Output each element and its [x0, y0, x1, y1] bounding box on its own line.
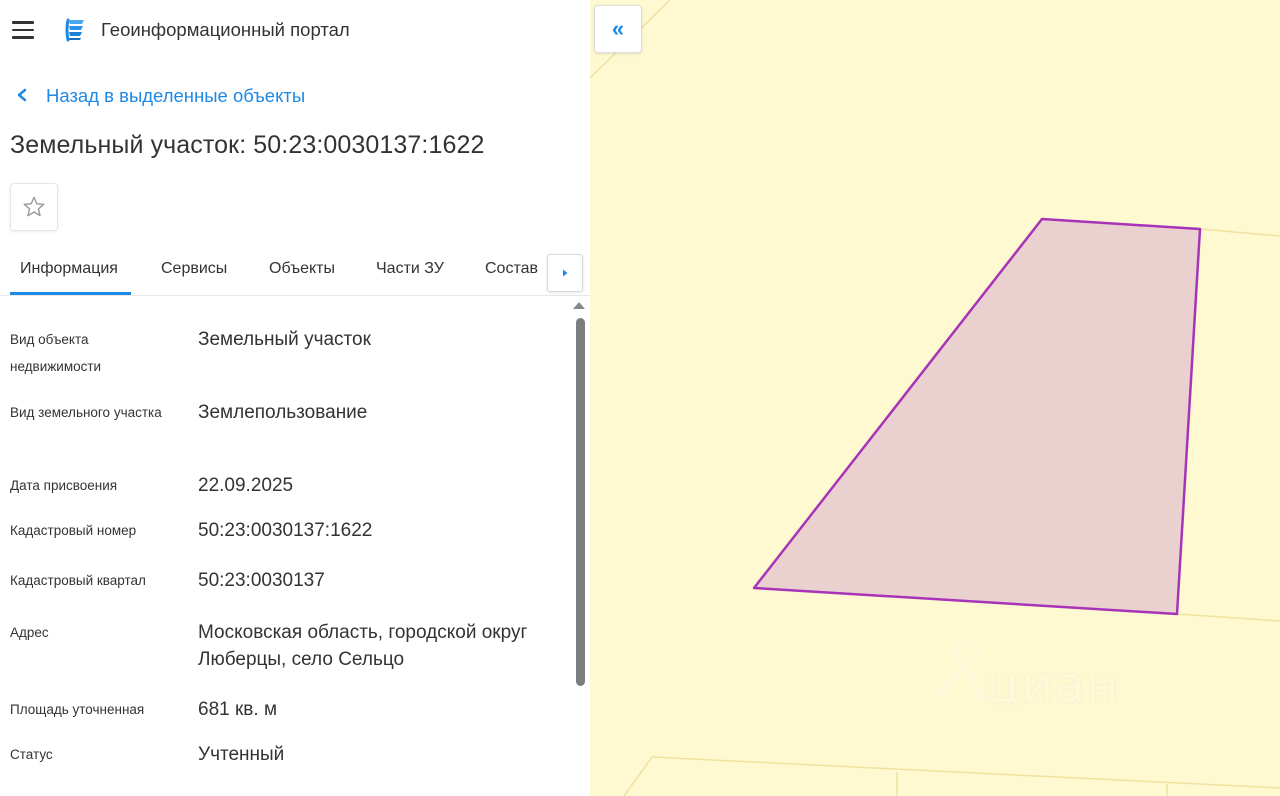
tab-services[interactable]: Сервисы — [161, 260, 227, 278]
chevron-left-icon — [16, 86, 30, 107]
star-outline-icon — [23, 196, 45, 217]
hamburger-menu-icon[interactable] — [12, 21, 36, 39]
page-title: Земельный участок: 50:23:0030137:1622 — [10, 131, 485, 159]
info-value: Земельный участок — [198, 329, 371, 350]
info-label: Адрес — [10, 625, 49, 640]
scroll-up-arrow-icon[interactable] — [573, 302, 585, 309]
info-value: Московская область, городской округ Любе… — [198, 622, 528, 670]
scrollbar-thumb[interactable] — [576, 318, 585, 686]
back-link-label: Назад в выделенные объекты — [46, 85, 306, 106]
info-panel: Геоинформационный портал Назад в выделен… — [0, 0, 590, 796]
tab-parts[interactable]: Части ЗУ — [376, 260, 444, 278]
info-label: Вид земельного участка — [10, 405, 162, 420]
portal-logo-icon — [62, 17, 88, 43]
caret-right-icon — [563, 269, 568, 277]
back-to-selection-link[interactable]: Назад в выделенные объекты — [16, 85, 305, 107]
double-chevron-left-icon: « — [611, 16, 625, 41]
app-title: Геоинформационный портал — [101, 19, 350, 40]
info-label: Кадастровый квартал — [10, 573, 146, 588]
info-list: Вид объекта недвижимости Земельный участ… — [0, 296, 572, 796]
info-label: Площадь уточненная — [10, 702, 145, 717]
tab-composition[interactable]: Состав — [485, 260, 538, 278]
info-value: 681 кв. м — [198, 699, 278, 720]
info-label: Дата присвоения — [10, 478, 118, 493]
info-value: Землепользование — [198, 402, 368, 423]
watermark-text: циан — [986, 656, 1120, 714]
info-value: 50:23:0030137 — [198, 570, 325, 591]
favorite-button[interactable] — [10, 183, 58, 231]
info-value: Учтенный — [198, 744, 285, 765]
info-value: 50:23:0030137:1622 — [198, 520, 373, 541]
tab-bar: Информация Сервисы Объекты Части ЗУ Сост… — [0, 250, 590, 296]
tab-objects[interactable]: Объекты — [269, 260, 335, 278]
collapse-panel-button[interactable]: « — [594, 5, 642, 53]
tabs-scroll-right-button[interactable] — [547, 254, 583, 292]
active-tab-indicator — [10, 292, 131, 295]
selected-parcel[interactable] — [752, 217, 1202, 616]
info-label: Кадастровый номер — [10, 523, 137, 538]
tab-information[interactable]: Информация — [20, 260, 118, 278]
info-label: Вид объекта недвижимости — [10, 332, 102, 374]
info-label: Статус — [10, 747, 53, 762]
info-value: 22.09.2025 — [198, 475, 294, 496]
top-bar: Геоинформационный портал — [0, 0, 590, 60]
cian-watermark: циан — [920, 632, 1140, 722]
